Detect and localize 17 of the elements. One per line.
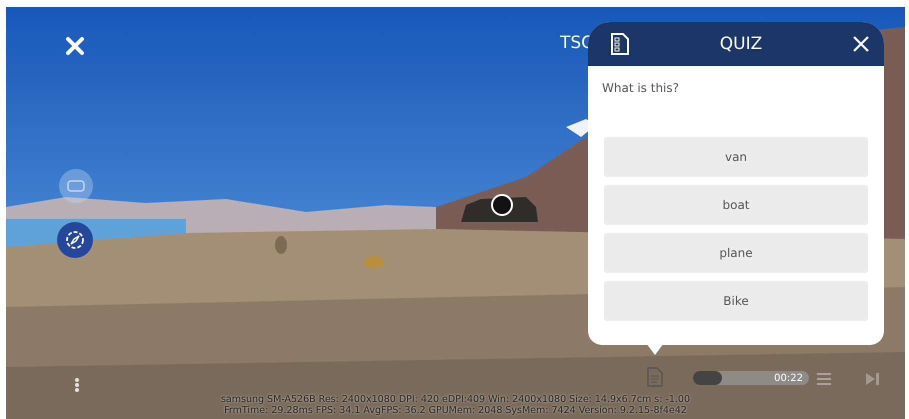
quiz-question: What is this? [601, 80, 680, 95]
answer-option[interactable]: plane [604, 233, 868, 273]
debug-info: samsung SM-A526B Res: 2400x1080 DPI: 420 eDPI:409 Win: 2400x1080 Size: 14.9x6.7cm s: -1.00 [220, 394, 692, 405]
close-button[interactable] [64, 35, 86, 57]
chat-button[interactable] [59, 169, 93, 203]
close-button[interactable] [852, 35, 870, 53]
answer-option[interactable]: boat [604, 185, 868, 225]
debug-info: FrmTime: 29.28ms FPS: 34.1 AvgFPS: 36.2 GPUMem: 2048 SysMem: 7424 Version: 9.2.15-8f4e42 [223, 405, 688, 416]
quiz-title: QUIZ [720, 34, 762, 54]
more-icon [74, 377, 80, 393]
elapsed-time: 00:22 [774, 372, 803, 384]
quiz-document-icon [610, 32, 630, 56]
answer-option[interactable]: van [604, 137, 868, 177]
answer-option[interactable]: Bike [604, 281, 868, 321]
compass-icon [65, 230, 85, 250]
progress-bar[interactable]: 00:22 [693, 371, 809, 385]
chat-icon [67, 180, 85, 192]
